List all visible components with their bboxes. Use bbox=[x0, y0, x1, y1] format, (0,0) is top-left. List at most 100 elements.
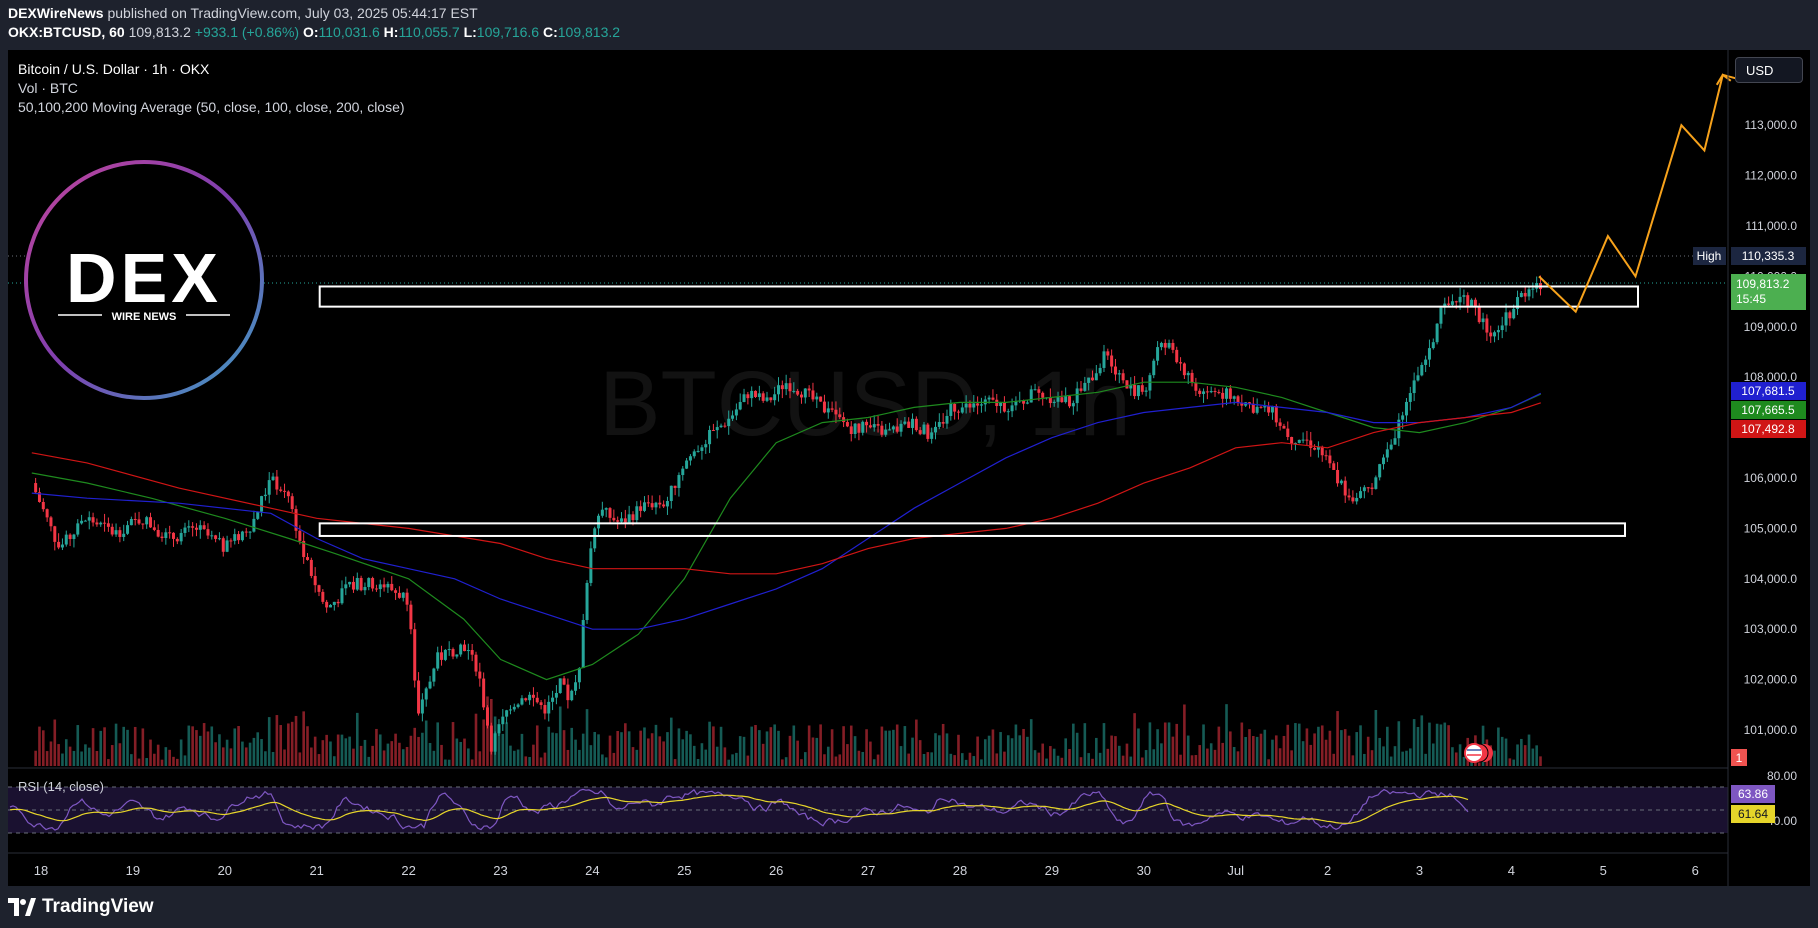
candle-body bbox=[95, 522, 99, 525]
rsi-pane[interactable]: RSI (14, close) bbox=[8, 779, 1728, 834]
candle-body bbox=[796, 390, 800, 395]
candle-body bbox=[1182, 363, 1186, 376]
candle-body bbox=[784, 383, 788, 390]
volume-bar bbox=[1366, 736, 1370, 766]
price-chart[interactable]: BTCUSD, 1h DEX WIRE NEWS RSI (14, close)… bbox=[0, 0, 1818, 928]
volume-bar bbox=[1297, 723, 1301, 766]
candle-body bbox=[956, 411, 960, 413]
volume-bar bbox=[1504, 738, 1508, 766]
volume-bar bbox=[635, 749, 639, 766]
volume-bar bbox=[1117, 745, 1121, 766]
candle-body bbox=[374, 588, 378, 590]
volume-bar bbox=[371, 745, 374, 766]
candle-body bbox=[895, 426, 899, 432]
volume-legend[interactable]: Vol · BTC bbox=[18, 79, 405, 98]
volume-bar bbox=[1003, 751, 1006, 766]
candle-body bbox=[1305, 439, 1309, 441]
volume-bar bbox=[960, 753, 964, 766]
volume-bar bbox=[252, 737, 256, 766]
candle-body bbox=[72, 534, 76, 540]
volume-bar bbox=[359, 745, 363, 766]
time-tick: 24 bbox=[585, 863, 599, 878]
candle-body bbox=[1370, 487, 1374, 489]
tradingview-brand[interactable]: TradingView bbox=[42, 896, 154, 918]
candle-body bbox=[187, 526, 191, 528]
earnings-icons[interactable] bbox=[1464, 743, 1493, 763]
candle-body bbox=[313, 575, 317, 586]
support-zone[interactable] bbox=[318, 522, 1627, 537]
candle-body bbox=[386, 583, 390, 588]
symbol-title[interactable]: Bitcoin / U.S. Dollar · 1h · OKX bbox=[18, 60, 405, 79]
candle-body bbox=[1332, 463, 1336, 470]
candle-body bbox=[815, 396, 819, 400]
candle-body bbox=[719, 425, 723, 428]
candle-body bbox=[754, 390, 758, 398]
ma-legend[interactable]: 50,100,200 Moving Average (50, close, 10… bbox=[18, 98, 405, 117]
us-flag-icon[interactable] bbox=[1464, 743, 1484, 763]
candle-body bbox=[937, 422, 941, 427]
candle-body bbox=[1378, 464, 1382, 478]
volume-bar bbox=[826, 746, 830, 766]
candle-body bbox=[960, 407, 964, 413]
candle-body bbox=[103, 522, 107, 524]
candle-body bbox=[734, 409, 738, 416]
volume-bar bbox=[501, 733, 505, 766]
candle-body bbox=[76, 523, 80, 535]
volume-bar bbox=[1500, 736, 1504, 766]
volume-bar bbox=[792, 725, 796, 766]
volume-bar bbox=[1355, 732, 1359, 766]
volume-bar bbox=[566, 749, 570, 766]
volume-bar bbox=[1451, 747, 1454, 766]
candle-body bbox=[271, 476, 275, 481]
candle-body bbox=[359, 577, 363, 591]
volume-bar bbox=[290, 721, 294, 766]
candle-body bbox=[1313, 447, 1317, 450]
candle-body bbox=[620, 518, 624, 522]
time-tick: Jul bbox=[1227, 863, 1244, 878]
volume-bar bbox=[183, 755, 187, 766]
volume-bar bbox=[463, 738, 466, 766]
candle-body bbox=[807, 388, 811, 391]
volume-bar bbox=[800, 759, 803, 766]
volume-bar bbox=[241, 741, 244, 766]
volume-bar bbox=[440, 744, 443, 766]
candle-body bbox=[953, 403, 957, 412]
volume-bar bbox=[1401, 751, 1404, 766]
resistance-zone[interactable] bbox=[318, 285, 1640, 308]
projection-path[interactable] bbox=[1538, 73, 1742, 314]
candle-body bbox=[463, 644, 467, 652]
volume-bar bbox=[708, 721, 711, 766]
candle-body bbox=[248, 531, 252, 533]
volume-bar bbox=[647, 738, 650, 766]
volume-bar bbox=[53, 719, 57, 766]
volume-bar bbox=[1236, 751, 1240, 766]
candle-body bbox=[106, 523, 110, 527]
volume-bar bbox=[432, 750, 436, 766]
volume-bar bbox=[922, 753, 926, 766]
candle-body bbox=[681, 468, 685, 476]
time-tick: 23 bbox=[493, 863, 507, 878]
volume-bar bbox=[1386, 726, 1389, 766]
volume-bar bbox=[375, 728, 378, 766]
price-axis[interactable]: 113,000.0112,000.0111,000.0110,000.0109,… bbox=[1693, 118, 1806, 828]
time-axis[interactable]: 18 19 20 21 22 23 24 25 26 27 28 29 30 Jul 2 3 4 5 6 bbox=[34, 863, 1699, 878]
candle-body bbox=[229, 540, 233, 542]
volume-bar bbox=[1006, 735, 1010, 766]
volume-bar bbox=[1328, 730, 1332, 766]
candle-body bbox=[1117, 373, 1121, 375]
candle-body bbox=[750, 390, 754, 399]
candle-body bbox=[589, 548, 593, 583]
candle-body bbox=[348, 581, 352, 585]
volume-bar bbox=[773, 724, 776, 766]
volume-bar bbox=[558, 706, 562, 766]
rsi-title: RSI (14, close) bbox=[18, 779, 104, 794]
candle-body bbox=[443, 649, 447, 660]
rsi-ma-value: 61.64 bbox=[1738, 807, 1768, 821]
volume-bar bbox=[589, 745, 593, 766]
volume-bar bbox=[689, 734, 692, 766]
currency-button[interactable]: USD bbox=[1735, 57, 1803, 83]
volume-bar bbox=[880, 726, 884, 766]
volume-bar bbox=[746, 755, 750, 766]
candle-body bbox=[1462, 295, 1466, 297]
time-tick: 18 bbox=[34, 863, 48, 878]
